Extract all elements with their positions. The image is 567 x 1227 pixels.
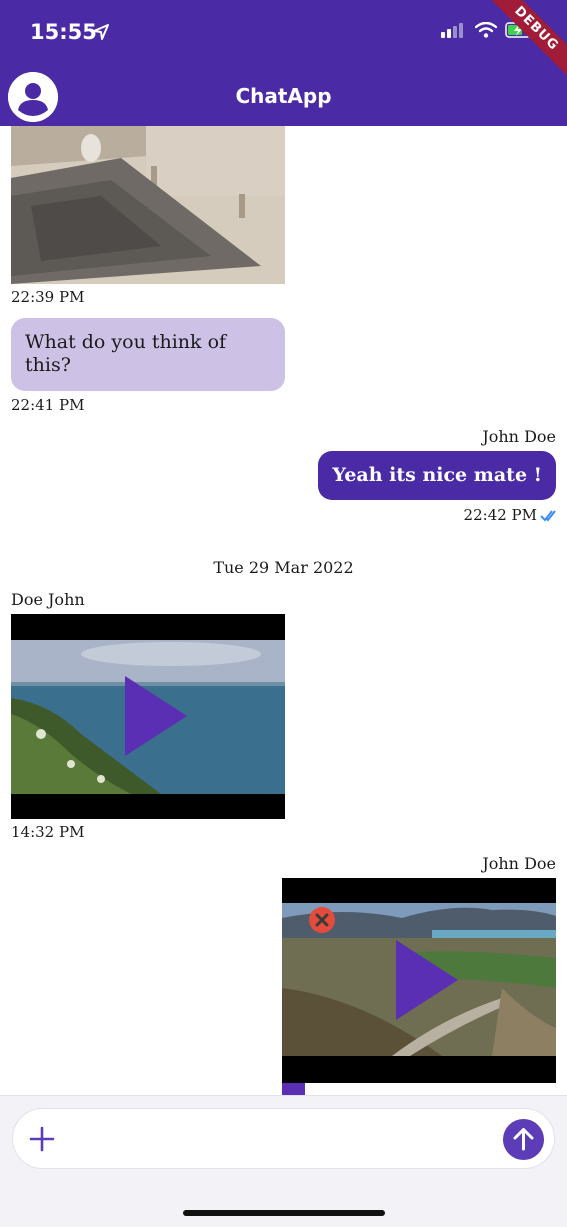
play-icon[interactable]: [396, 940, 458, 1020]
sender-name: Doe John: [11, 590, 85, 609]
app-title: ChatApp: [235, 84, 332, 108]
status-time: 15:55: [30, 20, 97, 44]
error-icon[interactable]: [308, 906, 336, 934]
message-time: 14:32 PM: [11, 823, 85, 841]
message-time: 22:39 PM: [11, 288, 85, 306]
app-header: 15:55 DEBUG ChatApp: [0, 0, 567, 126]
signal-icon: [441, 22, 467, 42]
sender-name: John Doe: [482, 854, 556, 873]
message-time: 22:42 PM: [463, 506, 537, 524]
home-indicator: [183, 1210, 385, 1216]
sender-name: John Doe: [482, 427, 556, 446]
video-message[interactable]: [282, 878, 556, 1083]
add-attachment-button[interactable]: [27, 1124, 57, 1154]
message-list[interactable]: 22:39 PM What do you think of this? 22:4…: [0, 126, 567, 1095]
incoming-text-bubble[interactable]: What do you think of this?: [11, 318, 285, 391]
date-separator: Tue 29 Mar 2022: [213, 558, 354, 577]
image-message[interactable]: [11, 126, 285, 284]
arrow-up-icon: [513, 1128, 534, 1151]
send-button[interactable]: [503, 1119, 544, 1160]
outgoing-text-bubble[interactable]: Yeah its nice mate !: [318, 451, 556, 500]
video-message[interactable]: [11, 614, 285, 819]
room-photo: [11, 126, 285, 284]
play-icon[interactable]: [125, 676, 187, 756]
message-time: 22:41 PM: [11, 396, 85, 414]
message-composer: [12, 1108, 555, 1169]
read-receipt-icon: [540, 508, 556, 527]
upload-progress-bar: [282, 1083, 305, 1095]
message-input[interactable]: [69, 1121, 489, 1157]
wifi-icon: [474, 21, 498, 42]
composer-bar: [0, 1095, 567, 1227]
location-arrow-icon: [92, 23, 110, 45]
